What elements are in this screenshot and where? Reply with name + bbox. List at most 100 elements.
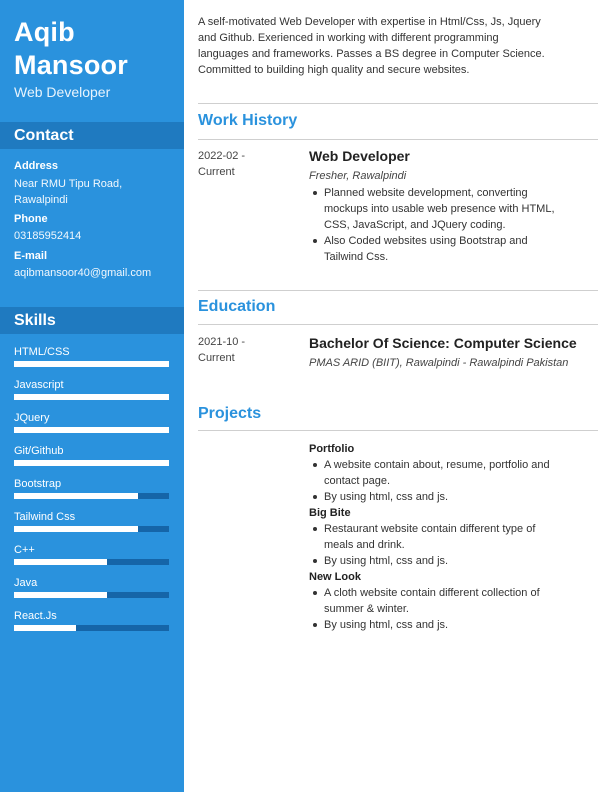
phone-value: 03185952414	[14, 230, 82, 242]
sidebar: Aqib Mansoor Web Developer Contact Addre…	[0, 0, 184, 792]
project-item: Big Bite Restaurant website contain diff…	[309, 505, 599, 569]
list-item: A cloth website contain different collec…	[309, 585, 599, 617]
list-item: By using html, css and js.	[309, 489, 599, 505]
job-role: Web Developer	[14, 84, 111, 100]
address-value: Near RMU Tipu Road, Rawalpindi	[14, 176, 179, 208]
skill-level-fill	[14, 394, 169, 400]
skill-level-fill	[14, 592, 107, 598]
bullet-line: contact page.	[324, 475, 391, 487]
project-item: New Look A cloth website contain differe…	[309, 569, 599, 633]
work-title: Web Developer	[309, 148, 410, 164]
skill-item: Java	[14, 576, 169, 598]
section-divider	[198, 139, 598, 140]
skill-item: React.Js	[14, 609, 169, 631]
skill-item: C++	[14, 543, 169, 565]
bullet-line: mockups into usable web presence with HT…	[324, 203, 555, 215]
date-line: 2022-02 -	[198, 150, 246, 162]
skill-name: Git/Github	[14, 445, 64, 457]
bullet-line: Also Coded websites using Bootstrap and	[324, 235, 528, 247]
candidate-name: Aqib Mansoor	[14, 16, 128, 82]
main-content: A self-motivated Web Developer with expe…	[184, 0, 612, 792]
last-name: Mansoor	[14, 50, 128, 80]
project-name: Big Bite	[309, 507, 351, 519]
projects-list: Portfolio A website contain about, resum…	[309, 441, 599, 633]
date-line: Current	[198, 352, 235, 364]
skill-level-bar	[14, 493, 169, 499]
section-divider	[198, 103, 598, 104]
education-title: Bachelor Of Science: Computer Science	[309, 335, 577, 351]
list-item: By using html, css and js.	[309, 617, 599, 633]
project-bullets: A website contain about, resume, portfol…	[309, 457, 599, 505]
bullet-line: A website contain about, resume, portfol…	[324, 459, 550, 471]
summary-line: Committed to building high quality and s…	[198, 64, 470, 76]
list-item: By using html, css and js.	[309, 553, 599, 569]
skill-level-bar	[14, 592, 169, 598]
section-divider	[198, 430, 598, 431]
list-item: Restaurant website contain different typ…	[309, 521, 599, 553]
work-history-heading: Work History	[198, 112, 298, 129]
summary-line: A self-motivated Web Developer with expe…	[198, 16, 541, 28]
skill-name: JQuery	[14, 412, 50, 424]
skills-heading: Skills	[0, 307, 184, 334]
summary-line: and Github. Exerienced in working with d…	[198, 32, 499, 44]
work-subtitle: Fresher, Rawalpindi	[309, 170, 407, 182]
address-line: Rawalpindi	[14, 194, 68, 206]
education-heading: Education	[198, 298, 276, 315]
skill-item: Git/Github	[14, 444, 169, 466]
bullet-line: summer & winter.	[324, 603, 409, 615]
skill-item: Bootstrap	[14, 477, 169, 499]
project-name: New Look	[309, 571, 361, 583]
phone-label: Phone	[14, 213, 48, 225]
education-subtitle: PMAS ARID (BIIT), Rawalpindi - Rawalpind…	[309, 357, 569, 369]
skill-level-fill	[14, 559, 107, 565]
skill-name: React.Js	[14, 610, 57, 622]
address-line: Near RMU Tipu Road,	[14, 178, 123, 190]
skill-item: Javascript	[14, 378, 169, 400]
skill-level-fill	[14, 361, 169, 367]
skill-level-bar	[14, 394, 169, 400]
skill-name: Java	[14, 577, 38, 589]
list-item: Also Coded websites using Bootstrap and …	[309, 233, 599, 265]
address-label: Address	[14, 160, 59, 172]
section-divider	[198, 324, 598, 325]
first-name: Aqib	[14, 17, 75, 47]
skill-level-fill	[14, 526, 138, 532]
skill-item: JQuery	[14, 411, 169, 433]
summary-line: languages and frameworks. Passes a BS de…	[198, 48, 545, 60]
skill-item: HTML/CSS	[14, 345, 169, 367]
skill-item: Tailwind Css	[14, 510, 169, 532]
bullet-line: Planned website development, converting	[324, 187, 528, 199]
date-line: Current	[198, 166, 235, 178]
projects-heading: Projects	[198, 405, 262, 422]
skill-level-fill	[14, 460, 169, 466]
email-value[interactable]: aqibmansoor40@gmail.com	[14, 265, 179, 281]
bullet-line: Restaurant website contain different typ…	[324, 523, 536, 535]
list-item: Planned website development, converting …	[309, 185, 599, 233]
professional-summary: A self-motivated Web Developer with expe…	[198, 14, 598, 78]
list-item: A website contain about, resume, portfol…	[309, 457, 599, 489]
skill-name: C++	[14, 544, 35, 556]
skill-level-bar	[14, 427, 169, 433]
project-bullets: Restaurant website contain different typ…	[309, 521, 599, 569]
skill-level-fill	[14, 625, 76, 631]
bullet-line: A cloth website contain different collec…	[324, 587, 540, 599]
section-divider	[198, 290, 598, 291]
skill-level-bar	[14, 559, 169, 565]
skill-level-bar	[14, 361, 169, 367]
skill-level-fill	[14, 493, 138, 499]
work-bullets: Planned website development, converting …	[309, 185, 599, 265]
skill-level-fill	[14, 427, 169, 433]
education-date: 2021-10 - Current	[198, 334, 288, 366]
skill-name: Tailwind Css	[14, 511, 76, 523]
project-bullets: A cloth website contain different collec…	[309, 585, 599, 633]
skill-level-bar	[14, 460, 169, 466]
bullet-line: meals and drink.	[324, 539, 405, 551]
project-name: Portfolio	[309, 443, 355, 455]
skill-level-bar	[14, 625, 169, 631]
project-item: Portfolio A website contain about, resum…	[309, 441, 599, 505]
contact-heading: Contact	[0, 122, 184, 149]
email-label: E-mail	[14, 250, 48, 262]
bullet-line: CSS, JavaScript, and JQuery coding.	[324, 219, 506, 231]
bullet-line: Tailwind Css.	[324, 251, 389, 263]
work-date: 2022-02 - Current	[198, 148, 288, 180]
